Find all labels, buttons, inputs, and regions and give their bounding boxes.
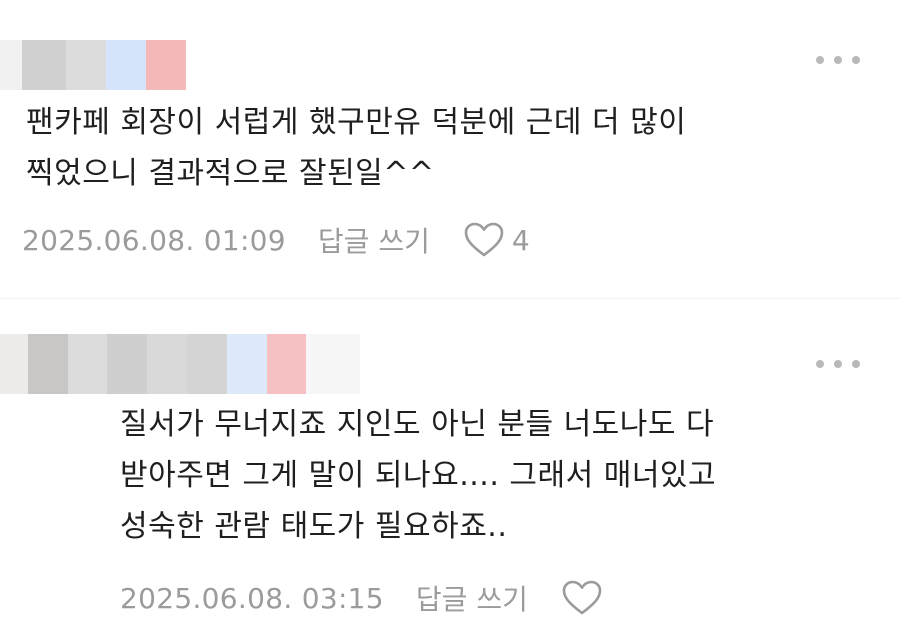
reply-button[interactable]: 답글 쓰기	[416, 578, 528, 618]
more-dot	[852, 56, 860, 64]
comment-divider	[0, 298, 900, 299]
comment-body: 팬카페 회장이 서럽게 했구만유 덕분에 근데 더 많이 찍었으니 결과적으로 …	[26, 97, 686, 199]
comment-meta: 2025.06.08. 01:09 답글 쓰기 4	[22, 216, 530, 264]
like-button[interactable]: 4	[464, 222, 530, 258]
author-name-blurred[interactable]	[0, 334, 361, 394]
like-button[interactable]	[562, 580, 602, 616]
more-dot	[834, 56, 842, 64]
more-options-button[interactable]	[816, 357, 860, 371]
comment-body-line: 받아주면 그게 말이 되나요.... 그래서 매너있고	[120, 458, 717, 493]
comment-timestamp: 2025.06.08. 01:09	[22, 223, 286, 257]
more-options-button[interactable]	[816, 53, 860, 67]
heart-outline-icon	[562, 580, 602, 615]
comment-body-line: 팬카페 회장이 서럽게 했구만유 덕분에 근데 더 많이	[26, 105, 687, 140]
more-dot	[852, 360, 860, 368]
comment-body-line: 질서가 무너지죠 지인도 아닌 분들 너도나도 다	[120, 407, 715, 442]
comment-meta: 2025.06.08. 03:15 답글 쓰기	[120, 574, 602, 622]
comment-body-line: 찍었으니 결과적으로 잘된일^^	[26, 156, 435, 191]
more-dots-icon	[816, 360, 824, 368]
author-name-blurred[interactable]	[0, 40, 190, 90]
more-dots-icon	[816, 56, 824, 64]
like-count: 4	[511, 223, 530, 257]
heart-outline-icon	[464, 222, 504, 257]
comment-body: 질서가 무너지죠 지인도 아닌 분들 너도나도 다 받아주면 그게 말이 되나요…	[120, 399, 716, 552]
reply-button[interactable]: 답글 쓰기	[318, 220, 430, 260]
comment-timestamp: 2025.06.08. 03:15	[120, 581, 384, 615]
comment-body-line: 성숙한 관람 태도가 필요하죠..	[120, 509, 508, 544]
more-dot	[834, 360, 842, 368]
